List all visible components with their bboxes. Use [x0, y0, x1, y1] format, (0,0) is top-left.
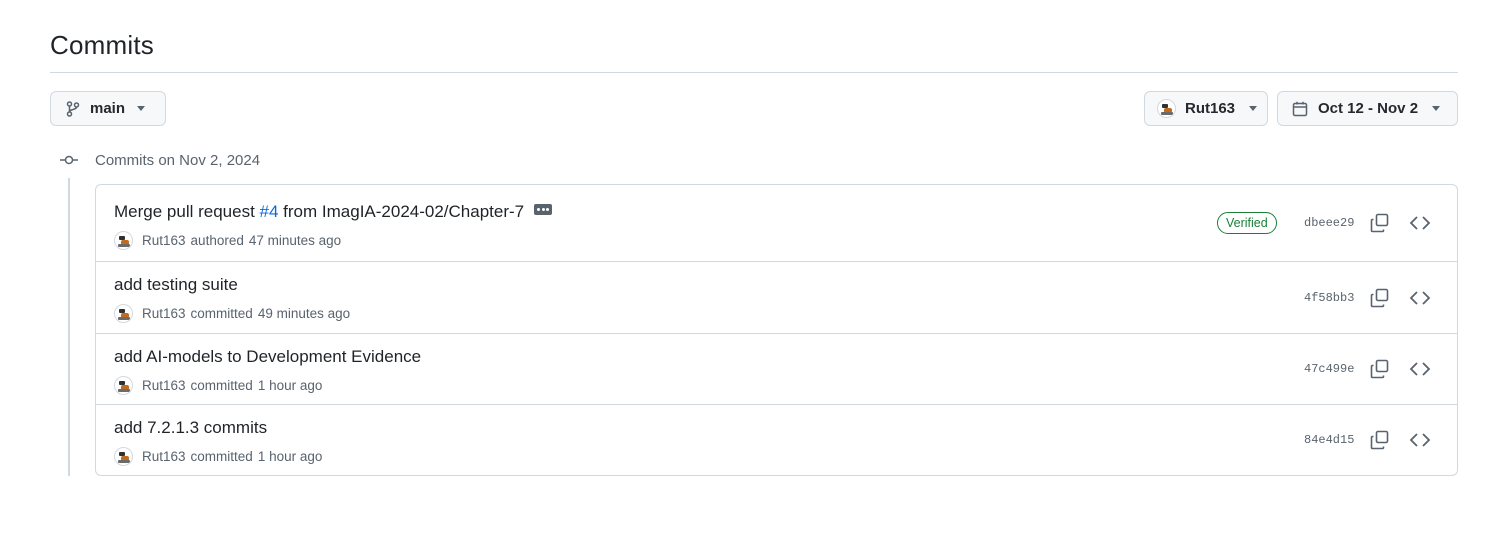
commit-action: committed [190, 378, 253, 393]
commit-time: 1 hour ago [257, 449, 323, 464]
commit-title[interactable]: add 7.2.1.3 commits [114, 418, 267, 438]
commit-author-link[interactable]: Rut163 [142, 233, 186, 248]
commit-time: 1 hour ago [257, 378, 323, 393]
avatar [114, 447, 133, 466]
commit-author-link[interactable]: Rut163 [142, 449, 186, 464]
code-icon[interactable] [1409, 287, 1431, 309]
title-divider [50, 72, 1458, 73]
commit-action: committed [190, 306, 253, 321]
commit-meta: Rut163 committed 1 hour ago [114, 447, 322, 466]
avatar [114, 304, 133, 323]
copy-icon[interactable] [1369, 212, 1391, 234]
verified-badge[interactable]: Verified [1217, 212, 1277, 234]
chevron-down-icon [137, 106, 146, 111]
pull-request-link[interactable]: #4 [260, 202, 279, 221]
commit-sha-link[interactable]: dbeee29 [1304, 216, 1354, 230]
expand-description-button[interactable] [534, 204, 553, 216]
calendar-icon [1292, 101, 1308, 116]
avatar [1157, 99, 1176, 118]
commit-group-heading: Commits on Nov 2, 2024 [95, 152, 261, 169]
page-title: Commits [50, 30, 154, 60]
date-range-button[interactable]: Oct 12 - Nov 2 [1277, 91, 1458, 126]
chevron-down-icon [1432, 106, 1441, 111]
copy-icon[interactable] [1369, 429, 1391, 451]
commit-title[interactable]: Merge pull request #4 from ImagIA-2024-0… [114, 202, 553, 222]
code-icon[interactable] [1409, 358, 1431, 380]
commit-title[interactable]: add AI-models to Development Evidence [114, 347, 421, 367]
commit-author-link[interactable]: Rut163 [142, 306, 186, 321]
date-range-label: Oct 12 - Nov 2 [1318, 100, 1419, 117]
commit-row: add testing suite Rut163 committed 49 mi… [96, 261, 1457, 333]
commit-title[interactable]: add testing suite [114, 275, 238, 295]
commit-row: add 7.2.1.3 commits Rut163 committed 1 h… [96, 404, 1457, 475]
commit-sha-link[interactable]: 84e4d15 [1304, 433, 1354, 447]
commit-sha-link[interactable]: 47c499e [1304, 362, 1354, 376]
commit-meta: Rut163 committed 49 minutes ago [114, 304, 350, 323]
chevron-down-icon [1249, 106, 1258, 111]
commit-sha-link[interactable]: 4f58bb3 [1304, 291, 1354, 305]
commit-time: 49 minutes ago [257, 306, 351, 321]
commit-meta: Rut163 committed 1 hour ago [114, 376, 322, 395]
commit-list: Merge pull request #4 from ImagIA-2024-0… [95, 184, 1458, 476]
commit-row: add AI-models to Development Evidence Ru… [96, 333, 1457, 404]
timeline-line [68, 178, 70, 476]
user-filter-label: Rut163 [1185, 100, 1236, 117]
commit-meta: Rut163 authored 47 minutes ago [114, 231, 341, 250]
copy-icon[interactable] [1369, 287, 1391, 309]
commit-time: 47 minutes ago [248, 233, 342, 248]
avatar [114, 231, 133, 250]
copy-icon[interactable] [1369, 358, 1391, 380]
git-commit-icon [60, 155, 78, 165]
avatar [114, 376, 133, 395]
code-icon[interactable] [1409, 429, 1431, 451]
commit-row: Merge pull request #4 from ImagIA-2024-0… [96, 185, 1457, 261]
commit-action: committed [190, 449, 253, 464]
code-icon[interactable] [1409, 212, 1431, 234]
branch-selector-button[interactable]: main [50, 91, 166, 126]
user-filter-button[interactable]: Rut163 [1144, 91, 1268, 126]
branch-label: main [90, 100, 126, 117]
git-branch-icon [66, 100, 80, 117]
commit-author-link[interactable]: Rut163 [142, 378, 186, 393]
commit-action: authored [190, 233, 244, 248]
